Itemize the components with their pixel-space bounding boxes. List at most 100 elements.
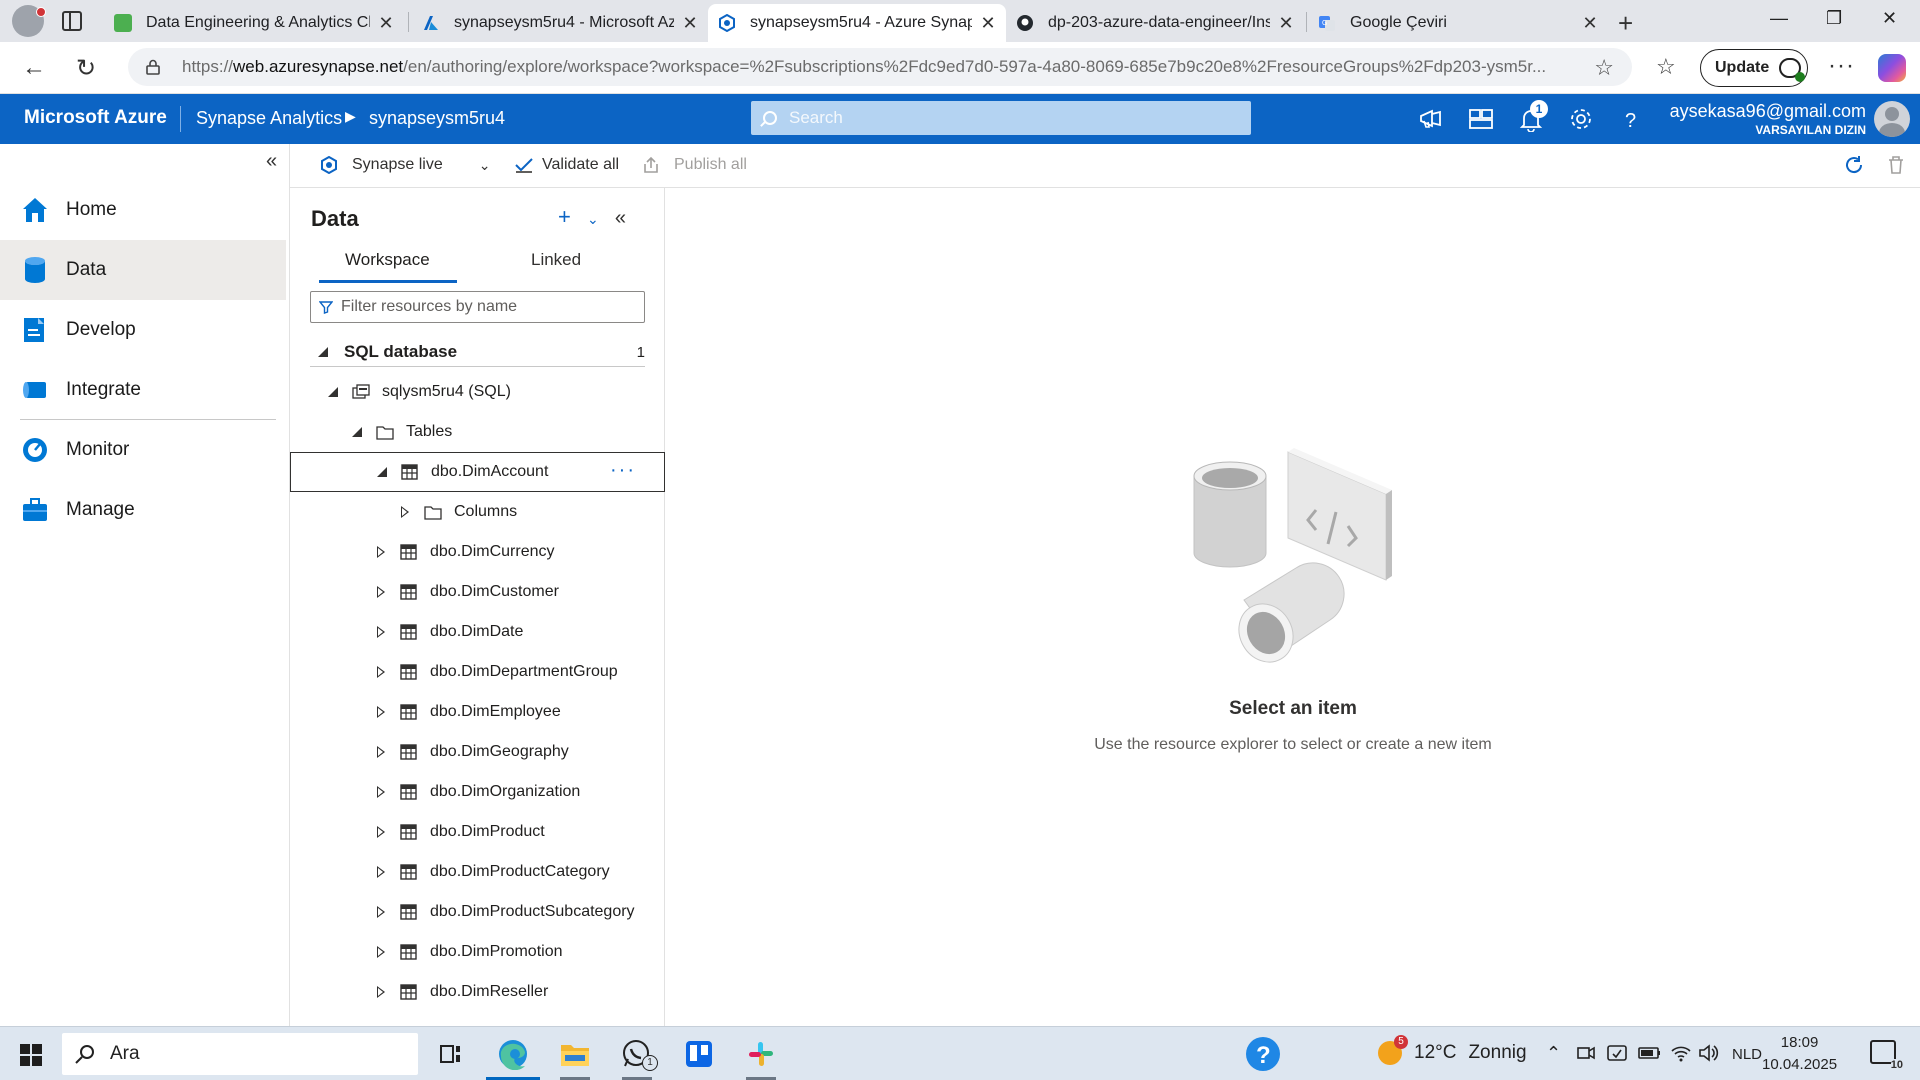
close-tab-icon[interactable]: ✕: [682, 13, 698, 34]
nav-item-home[interactable]: Home: [0, 180, 286, 240]
nav-item-monitor[interactable]: Monitor: [0, 420, 286, 480]
nav-item-integrate[interactable]: Integrate: [0, 360, 286, 420]
battery-icon[interactable]: [1638, 1043, 1662, 1063]
show-hidden-icons-chevron-icon[interactable]: ⌃: [1546, 1043, 1561, 1064]
profile-avatar-icon[interactable]: [12, 5, 46, 37]
back-icon[interactable]: ←: [22, 54, 46, 82]
task-view-icon[interactable]: [424, 1033, 478, 1075]
collapsed-caret-icon[interactable]: [374, 745, 388, 759]
collapsed-caret-icon[interactable]: [374, 625, 388, 639]
system-clock[interactable]: 18:09 10.04.2025: [1762, 1032, 1837, 1076]
tree-item-tables-folder[interactable]: Tables: [290, 412, 665, 452]
filter-box[interactable]: [310, 291, 645, 323]
collapsed-caret-icon[interactable]: [374, 825, 388, 839]
help-icon[interactable]: ?: [1618, 106, 1644, 132]
table-row[interactable]: dbo.DimProduct: [290, 812, 665, 852]
copilot-icon[interactable]: [1878, 54, 1906, 82]
synapse-live-dropdown[interactable]: Synapse live ⌄: [320, 156, 490, 174]
update-button[interactable]: Update: [1700, 49, 1808, 87]
onedrive-sync-icon[interactable]: [1606, 1043, 1628, 1063]
star-icon[interactable]: ☆: [1594, 55, 1614, 81]
tab-workspace[interactable]: Workspace: [345, 250, 430, 270]
close-window-button[interactable]: ✕: [1882, 8, 1897, 29]
collapsed-caret-icon[interactable]: [398, 505, 412, 519]
close-tab-icon[interactable]: ✕: [980, 13, 996, 34]
account-info[interactable]: aysekasa96@gmail.com VARSAYILAN DIZIN: [1670, 101, 1866, 137]
avatar[interactable]: [1874, 101, 1910, 137]
announcement-icon[interactable]: [1418, 106, 1444, 132]
collapsed-caret-icon[interactable]: [374, 785, 388, 799]
nav-item-develop[interactable]: Develop: [0, 300, 286, 360]
collapse-panel-icon[interactable]: «: [615, 207, 626, 229]
help-app-icon[interactable]: ?: [1236, 1033, 1290, 1075]
browser-tab-4[interactable]: dp-203-azure-data-engineer/Inst ✕: [1006, 4, 1304, 42]
browser-tab-1[interactable]: Data Engineering & Analytics Clas ✕: [104, 4, 404, 42]
tree-item-selected-table[interactable]: dbo.DimAccount ···: [290, 452, 665, 492]
table-row[interactable]: dbo.DimProductSubcategory: [290, 892, 665, 932]
expanded-caret-icon[interactable]: [316, 345, 330, 359]
breadcrumb-service[interactable]: Synapse Analytics: [196, 108, 342, 129]
url-text[interactable]: https://web.azuresynapse.net/en/authorin…: [182, 57, 1582, 77]
minimize-button[interactable]: —: [1770, 8, 1788, 29]
table-row[interactable]: dbo.DimReseller: [290, 972, 665, 1012]
switch-directory-icon[interactable]: [1468, 106, 1494, 132]
trello-icon[interactable]: [672, 1033, 726, 1075]
more-icon[interactable]: ···: [1828, 52, 1855, 80]
windows-start-icon[interactable]: [20, 1044, 42, 1066]
azure-search-box[interactable]: [751, 101, 1251, 135]
table-row[interactable]: dbo.DimPromotion: [290, 932, 665, 972]
file-explorer-icon[interactable]: [548, 1033, 602, 1080]
nav-item-manage[interactable]: Manage: [0, 480, 286, 540]
expanded-caret-icon[interactable]: [375, 465, 389, 479]
notification-center-icon[interactable]: 10: [1870, 1040, 1903, 1071]
validate-all-button[interactable]: Validate all: [514, 156, 619, 174]
url-bar[interactable]: https://web.azuresynapse.net/en/authorin…: [128, 48, 1632, 86]
tree-item-database[interactable]: sqlysm5ru4 (SQL): [290, 372, 665, 412]
new-tab-button[interactable]: +: [1618, 8, 1633, 39]
close-tab-icon[interactable]: ✕: [1278, 13, 1294, 34]
filter-resources-input[interactable]: [341, 298, 631, 316]
table-row[interactable]: dbo.DimOrganization: [290, 772, 665, 812]
favorites-icon[interactable]: ☆: [1656, 54, 1676, 80]
lock-icon[interactable]: [146, 59, 160, 75]
azure-brand[interactable]: Microsoft Azure: [24, 107, 167, 129]
taskbar-search-input[interactable]: [110, 1043, 390, 1065]
publish-all-button[interactable]: Publish all: [642, 156, 747, 174]
collapsed-caret-icon[interactable]: [374, 905, 388, 919]
tree-item-columns-folder[interactable]: Columns: [290, 492, 665, 532]
table-row[interactable]: dbo.DimCustomer: [290, 572, 665, 612]
table-row[interactable]: dbo.DimDepartmentGroup: [290, 652, 665, 692]
slack-icon[interactable]: [734, 1033, 788, 1080]
table-row[interactable]: dbo.DimGeography: [290, 732, 665, 772]
table-row[interactable]: dbo.DimProductCategory: [290, 852, 665, 892]
restore-button[interactable]: ❐: [1826, 8, 1842, 29]
expanded-caret-icon[interactable]: [350, 425, 364, 439]
collapsed-caret-icon[interactable]: [374, 545, 388, 559]
browser-tab-5[interactable]: G Google Çeviri ✕: [1308, 4, 1608, 42]
input-language[interactable]: NLD: [1732, 1046, 1762, 1063]
volume-icon[interactable]: [1698, 1043, 1720, 1063]
table-row[interactable]: dbo.DimCurrency: [290, 532, 665, 572]
collapsed-caret-icon[interactable]: [374, 665, 388, 679]
taskbar-search-box[interactable]: [62, 1033, 418, 1075]
add-resource-icon[interactable]: +: [558, 204, 571, 229]
collapse-all-icon[interactable]: ⌄: [587, 211, 599, 227]
meet-now-icon[interactable]: [1576, 1043, 1596, 1063]
breadcrumb-workspace[interactable]: synapseysm5ru4: [369, 108, 505, 129]
settings-gear-icon[interactable]: [1568, 106, 1594, 132]
collapsed-caret-icon[interactable]: [374, 865, 388, 879]
collapsed-caret-icon[interactable]: [374, 945, 388, 959]
discard-trash-icon[interactable]: [1886, 155, 1906, 175]
close-tab-icon[interactable]: ✕: [1582, 13, 1598, 34]
browser-tab-2[interactable]: synapseysm5ru4 - Microsoft Azur ✕: [412, 4, 708, 42]
tab-linked[interactable]: Linked: [531, 250, 581, 270]
tab-actions-icon[interactable]: [62, 11, 82, 31]
azure-search-input[interactable]: [789, 108, 1229, 128]
edge-browser-icon[interactable]: [486, 1033, 540, 1080]
collapsed-caret-icon[interactable]: [374, 705, 388, 719]
refresh-icon[interactable]: [1843, 154, 1865, 176]
collapsed-caret-icon[interactable]: [374, 585, 388, 599]
weather-widget[interactable]: 12°C Zonnig: [1378, 1035, 1527, 1065]
collapsed-caret-icon[interactable]: [374, 985, 388, 999]
refresh-icon[interactable]: ↻: [76, 54, 96, 83]
